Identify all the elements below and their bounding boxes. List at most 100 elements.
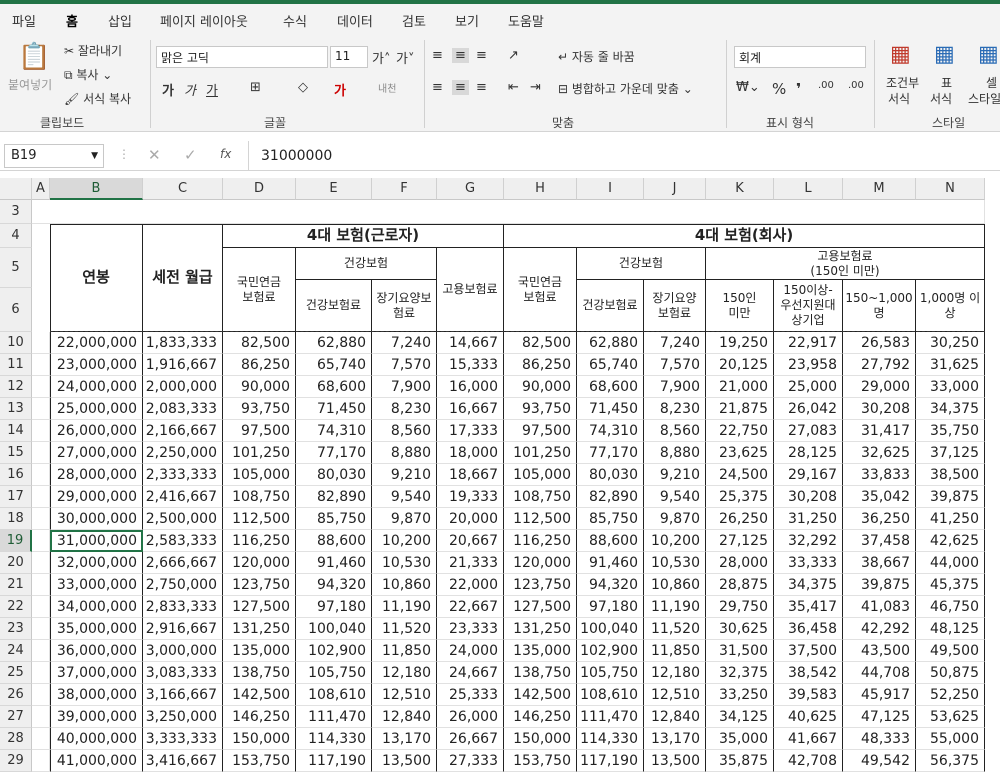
table-cell[interactable]: 24,500 (706, 464, 774, 486)
table-cell[interactable]: 91,460 (577, 552, 644, 574)
table-cell[interactable]: 10,860 (644, 574, 706, 596)
table-cell[interactable]: 100,040 (577, 618, 644, 640)
table-cell[interactable]: 10,860 (372, 574, 437, 596)
row-header[interactable]: 11 (0, 354, 32, 376)
table-cell[interactable]: 55,000 (916, 728, 985, 750)
table-cell[interactable]: 27,125 (706, 530, 774, 552)
table-cell[interactable]: 42,292 (843, 618, 916, 640)
name-box[interactable]: B19 ▼ (4, 144, 104, 168)
table-cell[interactable]: 7,570 (372, 354, 437, 376)
table-cell[interactable]: 105,750 (577, 662, 644, 684)
tab-page-layout[interactable]: 페이지 레이아웃 (160, 11, 248, 30)
table-cell[interactable]: 8,560 (372, 420, 437, 442)
active-cell[interactable]: 31,000,000 (50, 530, 143, 552)
row-header[interactable]: 17 (0, 486, 32, 508)
table-cell[interactable]: 11,520 (372, 618, 437, 640)
table-cell[interactable]: 68,600 (296, 376, 372, 398)
table-cell[interactable]: 22,000,000 (50, 332, 143, 354)
table-cell[interactable]: 150,000 (504, 728, 577, 750)
table-cell[interactable]: 138,750 (504, 662, 577, 684)
table-cell[interactable]: 9,210 (372, 464, 437, 486)
table-cell[interactable]: 131,250 (223, 618, 296, 640)
table-cell[interactable]: 37,458 (843, 530, 916, 552)
table-cell[interactable]: 38,000,000 (50, 684, 143, 706)
table-cell[interactable]: 135,000 (223, 640, 296, 662)
table-cell[interactable]: 86,250 (504, 354, 577, 376)
row-header[interactable]: 21 (0, 574, 32, 596)
cell-a[interactable] (32, 332, 50, 354)
table-cell[interactable]: 93,750 (504, 398, 577, 420)
table-cell[interactable]: 116,250 (504, 530, 577, 552)
table-cell[interactable]: 88,600 (296, 530, 372, 552)
table-cell[interactable]: 39,875 (916, 486, 985, 508)
paste-button[interactable]: 붙여넣기 (8, 76, 52, 93)
row-header[interactable]: 14 (0, 420, 32, 442)
table-cell[interactable]: 90,000 (504, 376, 577, 398)
table-cell[interactable]: 23,958 (774, 354, 843, 376)
table-cell[interactable]: 9,870 (372, 508, 437, 530)
font-name-dropdown[interactable]: 맑은 고딕 (156, 46, 328, 68)
table-cell[interactable]: 2,250,000 (143, 442, 223, 464)
table-cell[interactable]: 38,667 (843, 552, 916, 574)
table-cell[interactable]: 38,542 (774, 662, 843, 684)
decrease-font-icon[interactable]: 가˅ (396, 48, 414, 67)
tab-insert[interactable]: 삽입 (108, 11, 132, 30)
enter-icon[interactable]: ✓ (184, 146, 197, 164)
table-cell[interactable]: 71,450 (577, 398, 644, 420)
table-cell[interactable]: 8,880 (372, 442, 437, 464)
table-cell[interactable]: 13,500 (644, 750, 706, 772)
row-header[interactable]: 27 (0, 706, 32, 728)
cut-button[interactable]: ✂ 잘라내기 (64, 42, 122, 59)
table-cell[interactable]: 41,000,000 (50, 750, 143, 772)
table-cell[interactable]: 9,870 (644, 508, 706, 530)
table-cell[interactable]: 34,000,000 (50, 596, 143, 618)
table-cell[interactable]: 108,750 (223, 486, 296, 508)
comma-icon[interactable]: ❜ (796, 80, 801, 98)
row-header[interactable]: 12 (0, 376, 32, 398)
table-cell[interactable]: 21,333 (437, 552, 504, 574)
table-cell[interactable]: 49,500 (916, 640, 985, 662)
table-cell[interactable]: 142,500 (504, 684, 577, 706)
table-cell[interactable]: 7,570 (644, 354, 706, 376)
conditional-format-button[interactable]: 조건부 (886, 74, 919, 91)
table-cell[interactable]: 35,042 (843, 486, 916, 508)
table-cell[interactable]: 100,040 (296, 618, 372, 640)
table-cell[interactable]: 10,530 (644, 552, 706, 574)
table-cell[interactable]: 11,190 (372, 596, 437, 618)
row-header[interactable]: 16 (0, 464, 32, 486)
table-cell[interactable]: 36,458 (774, 618, 843, 640)
table-cell[interactable]: 32,375 (706, 662, 774, 684)
table-cell[interactable]: 146,250 (504, 706, 577, 728)
table-cell[interactable]: 153,750 (504, 750, 577, 772)
table-cell[interactable]: 28,125 (774, 442, 843, 464)
table-cell[interactable]: 11,850 (644, 640, 706, 662)
table-cell[interactable]: 105,000 (223, 464, 296, 486)
column-header-d[interactable]: D (223, 178, 296, 200)
table-cell[interactable]: 36,250 (843, 508, 916, 530)
merge-center-button[interactable]: ⊟ 병합하고 가운데 맞춤 ⌄ (558, 80, 693, 97)
table-cell[interactable]: 12,840 (372, 706, 437, 728)
number-format-dropdown[interactable]: 회계 (734, 46, 866, 68)
phonetic-icon[interactable]: 내천 (378, 80, 396, 95)
column-header-g[interactable]: G (437, 178, 504, 200)
table-cell[interactable]: 3,000,000 (143, 640, 223, 662)
row-header[interactable]: 23 (0, 618, 32, 640)
column-header-k[interactable]: K (706, 178, 774, 200)
table-cell[interactable]: 14,667 (437, 332, 504, 354)
table-cell[interactable]: 2,166,667 (143, 420, 223, 442)
table-cell[interactable]: 2,000,000 (143, 376, 223, 398)
table-cell[interactable]: 135,000 (504, 640, 577, 662)
table-cell[interactable]: 74,310 (577, 420, 644, 442)
table-cell[interactable]: 13,170 (644, 728, 706, 750)
tab-help[interactable]: 도움말 (508, 11, 544, 30)
table-cell[interactable]: 9,540 (644, 486, 706, 508)
table-cell[interactable]: 34,375 (774, 574, 843, 596)
table-cell[interactable]: 31,417 (843, 420, 916, 442)
table-cell[interactable]: 19,333 (437, 486, 504, 508)
table-cell[interactable]: 2,666,667 (143, 552, 223, 574)
table-cell[interactable]: 2,583,333 (143, 530, 223, 552)
table-cell[interactable]: 12,510 (644, 684, 706, 706)
table-cell[interactable]: 80,030 (296, 464, 372, 486)
column-header-l[interactable]: L (774, 178, 843, 200)
table-cell[interactable]: 82,500 (223, 332, 296, 354)
